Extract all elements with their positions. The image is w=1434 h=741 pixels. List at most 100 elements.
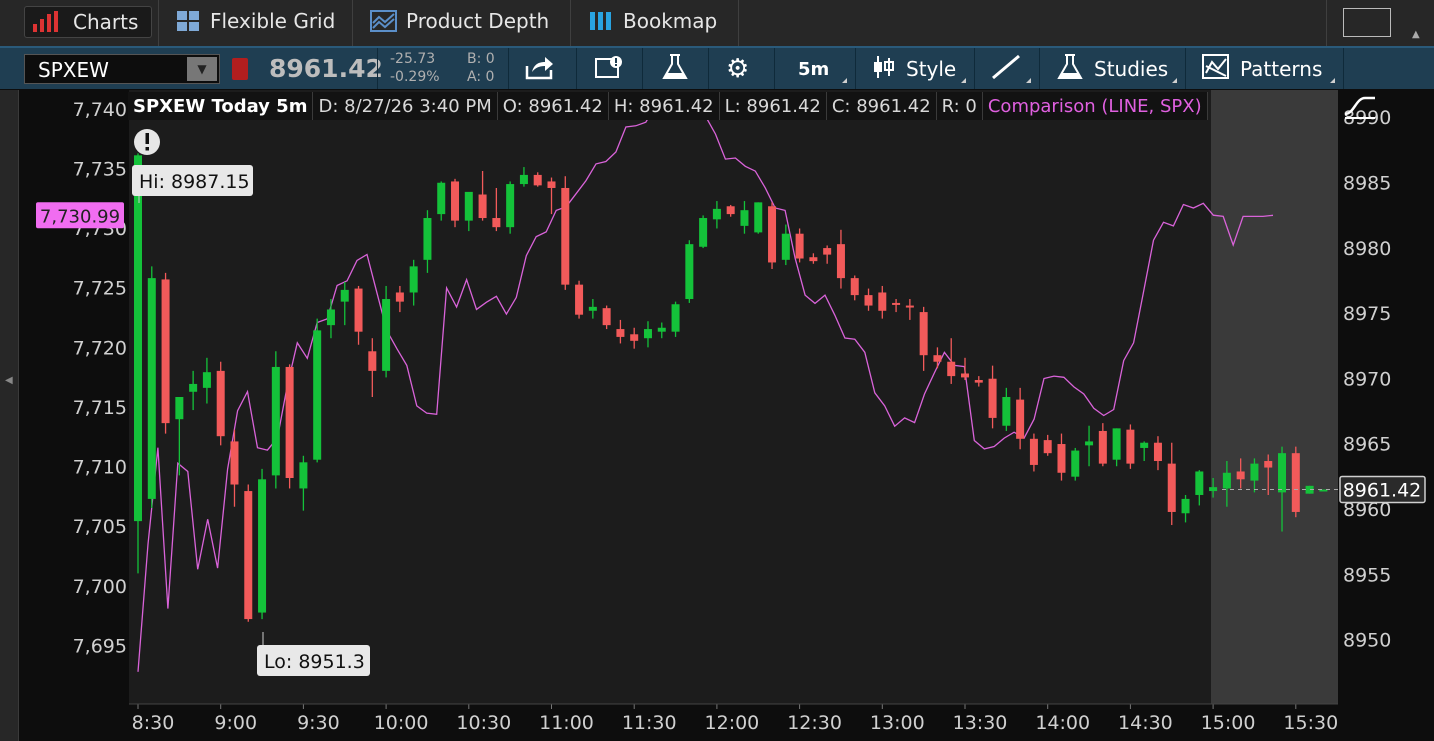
candle-down [864,295,873,306]
candle-up [1278,453,1287,493]
candle-down [492,218,501,228]
candle-up [313,330,322,460]
candle-down [1264,461,1273,468]
candle-up [1181,498,1190,514]
candle-down [947,361,956,377]
candle-up [382,299,391,371]
x-tick-label: 11:30 [622,712,677,734]
candle-up [1112,428,1121,460]
right-tick-label: 8950 [1343,630,1391,652]
left-tick-label: 7,710 [73,457,127,479]
candle-down [354,288,363,332]
candle-up [299,462,308,489]
x-tick-label: 8:30 [132,712,175,734]
candle-up [1002,397,1011,426]
candle-down [892,302,901,305]
candle-up [1085,441,1094,446]
left-tick-label: 7,695 [73,635,127,657]
candle-down [533,174,542,186]
current-price-tag: 8961.42 [1339,475,1426,504]
candle-up [1071,450,1080,477]
candle-down [1167,463,1176,512]
right-tick-label: 8980 [1343,238,1391,260]
candle-down [368,351,377,371]
candle-up [189,383,198,392]
bar-close: C: 8961.42 [826,92,937,120]
bar-date: D: 8/27/26 3:40 PM [313,92,498,120]
left-tick-label: 7,725 [73,278,127,300]
candle-down [1126,429,1135,464]
candle-down [1098,430,1107,464]
alert-icon-bar [145,133,149,144]
candle-down [988,378,997,418]
candle-up [271,366,280,476]
candle-up [754,202,763,233]
candle-up [258,479,267,613]
x-tick-label: 10:00 [374,712,429,734]
left-tick-label: 7,715 [73,397,127,419]
x-tick-label: 14:30 [1118,712,1173,734]
candle-down [1043,440,1052,454]
candle-up [643,329,652,339]
candle-down [561,187,570,285]
x-tick-label: 9:00 [214,712,257,734]
candle-down [547,181,556,188]
high-label-text: Hi: 8987.15 [139,171,250,193]
candle-down [244,491,253,620]
right-tick-label: 8970 [1343,368,1391,390]
candle-down [1029,438,1038,465]
candle-down [216,370,225,437]
candle-down [630,334,639,341]
candle-up [326,309,335,326]
candle-up [685,244,694,300]
candle-up [134,155,142,522]
candle-down [285,366,294,478]
comparison-price-tag-text: 7,730.99 [40,206,120,227]
right-tick-label: 8955 [1343,564,1391,586]
chart-curve-icon [1344,96,1375,119]
candle-up [1140,442,1149,448]
bar-open: O: 8961.42 [497,92,609,120]
candle-down [726,206,735,215]
left-tick-label: 7,720 [73,337,127,359]
candle-up [1250,463,1259,481]
candle-down [395,292,404,302]
candle-down [478,194,487,219]
candle-up [340,289,349,302]
low-label-text: Lo: 8951.3 [264,651,365,673]
future-area-background [1211,90,1338,704]
candle-down [919,312,928,356]
comparison-label[interactable]: Comparison (LINE, SPX) [982,92,1208,120]
right-tick-label: 8975 [1343,303,1391,325]
candle-up [506,184,515,228]
candle-up [464,191,473,221]
candle-up [409,266,418,293]
candle-down [451,181,460,221]
candle-down [616,329,625,337]
candle-up [712,208,721,220]
x-tick-label: 11:00 [539,712,594,734]
x-tick-label: 9:30 [297,712,340,734]
candle-up [699,218,708,247]
candle-up [437,182,446,215]
candle-up [202,372,211,388]
candle-up [175,397,184,420]
candle-down [1236,471,1245,480]
candle-down [905,305,914,308]
chart-type-toggle[interactable] [1342,92,1378,124]
x-tick-label: 13:00 [870,712,925,734]
candle-down [795,233,804,259]
x-tick-label: 10:30 [456,712,511,734]
right-tick-label: 8965 [1343,434,1391,456]
candle-up [147,278,156,499]
right-tick-label: 8985 [1343,172,1391,194]
alert-icon-dot [145,147,149,151]
left-tick-label: 7,735 [73,158,127,180]
candle-up [588,306,597,311]
candle-down [850,278,859,296]
chart-info-bar: SPXEW Today 5m D: 8/27/26 3:40 PM O: 896… [128,91,1208,121]
candle-down [1291,453,1300,512]
left-tick-label: 7,705 [73,516,127,538]
candle-down [823,248,832,255]
x-tick-label: 14:00 [1035,712,1090,734]
